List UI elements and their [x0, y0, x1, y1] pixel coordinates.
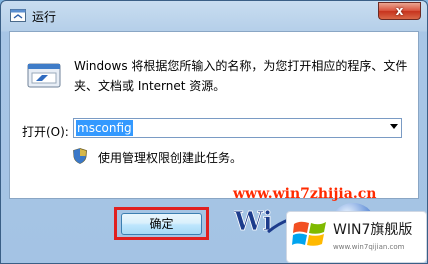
- windows-flag-icon: [292, 221, 326, 246]
- close-button[interactable]: x: [378, 2, 421, 20]
- badge-url: www.win7qijian.com: [333, 243, 405, 251]
- site-watermark: www.win7zhijia.cn: [233, 186, 377, 202]
- dialog-description: Windows 将根据您所输入的名称，为您打开相应的程序、文件夹、文档或 Int…: [74, 59, 408, 93]
- dialog-body: Windows 将根据您所输入的名称，为您打开相应的程序、文件夹、文档或 Int…: [9, 31, 419, 199]
- command-combobox[interactable]: msconfig: [73, 118, 402, 138]
- run-app-icon: [10, 9, 26, 22]
- badge-title: WIN7旗舰版: [333, 222, 413, 238]
- ok-button[interactable]: 确定: [121, 213, 202, 235]
- shield-icon: [73, 148, 87, 164]
- admin-note: 使用管理权限创建此任务。: [98, 151, 243, 165]
- svg-text:Wi: Wi: [234, 207, 273, 237]
- run-dialog-window: 运行 x Windows 将根据您所输入的名称，为您打开相应的程序、文件夹、文档…: [0, 0, 428, 264]
- title-bar[interactable]: 运行 x: [1, 1, 427, 31]
- win7-badge: WIN7旗舰版 www.win7qijian.com: [286, 211, 427, 263]
- dropdown-arrow-icon[interactable]: [390, 124, 398, 129]
- close-icon: x: [395, 4, 404, 18]
- open-label: 打开(O):: [22, 125, 69, 139]
- command-input[interactable]: msconfig: [76, 120, 133, 136]
- window-title: 运行: [32, 10, 57, 24]
- run-dialog-icon: [27, 63, 61, 88]
